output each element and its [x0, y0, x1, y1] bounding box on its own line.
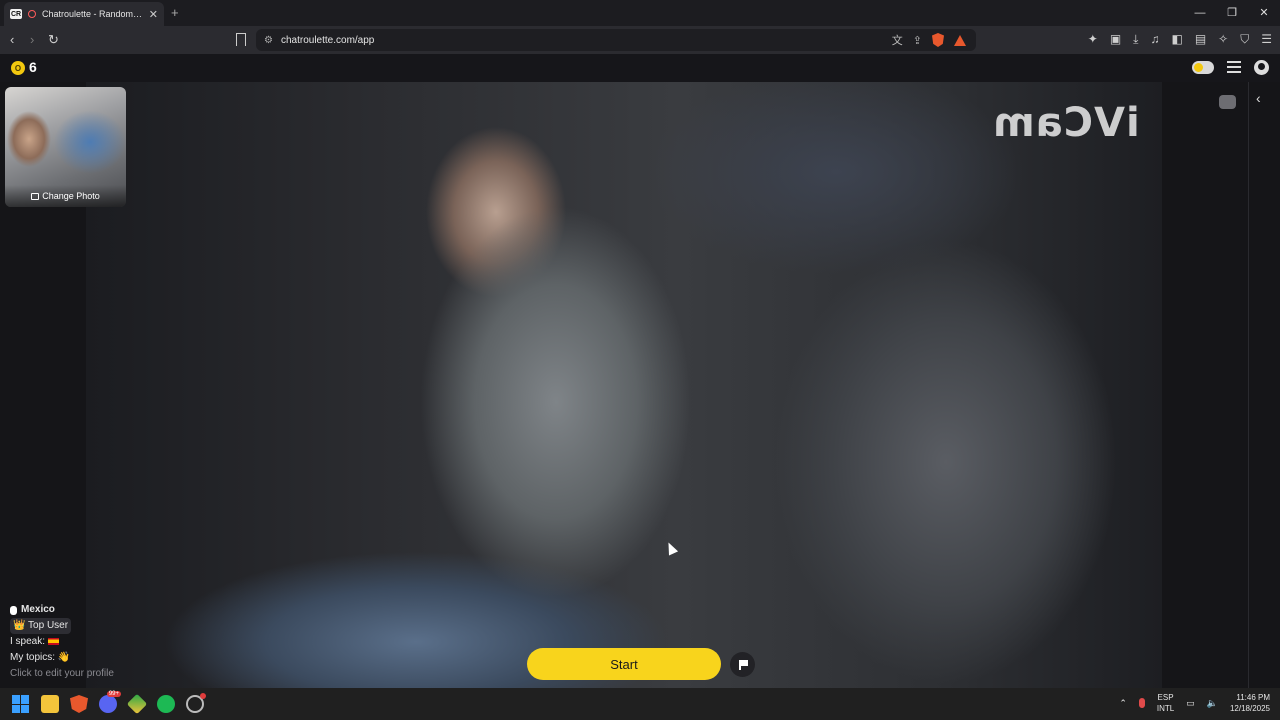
- lang-code: ESP: [1157, 693, 1174, 702]
- clock[interactable]: 11:46 PM 12/18/2025: [1230, 692, 1270, 714]
- country-row: Mexico: [10, 602, 114, 618]
- extensions-icon[interactable]: ✦: [1088, 32, 1098, 47]
- recording-dot-icon: [200, 693, 206, 699]
- camera-icon: [31, 192, 40, 200]
- obs-icon[interactable]: [186, 693, 206, 713]
- browser-toolbar-icons: ✦ ▣ ⤓ ♫ ◧ ▤ ✧ ⛉ ☰: [1088, 32, 1272, 47]
- site-header: [0, 54, 1280, 82]
- vpn-icon[interactable]: ⛉: [1240, 32, 1249, 47]
- clock-date: 12/18/2025: [1229, 704, 1270, 713]
- discord-badge: 99+: [106, 691, 121, 697]
- menu-icon[interactable]: ☰: [1261, 32, 1272, 47]
- leo-ai-icon[interactable]: ✧: [1218, 32, 1228, 47]
- chat-panel: [1162, 82, 1280, 688]
- recording-indicator-icon: [28, 10, 36, 18]
- screenshot-icon[interactable]: ▣: [1110, 32, 1121, 47]
- switch-camera-icon[interactable]: [1219, 95, 1236, 109]
- chevron-left-icon[interactable]: ‹: [1256, 90, 1261, 106]
- report-button[interactable]: [730, 652, 755, 677]
- close-window-button[interactable]: ✕: [1248, 0, 1280, 26]
- start-button[interactable]: Start: [527, 648, 721, 680]
- wallet-icon[interactable]: ▤: [1195, 32, 1206, 47]
- translate-icon[interactable]: 文: [892, 32, 903, 48]
- topics-label: My topics:: [10, 652, 56, 663]
- panel-divider: [1248, 82, 1249, 688]
- spotify-icon[interactable]: [157, 695, 175, 713]
- theme-toggle[interactable]: [1192, 61, 1214, 74]
- keyboard-layout: INTL: [1156, 704, 1175, 713]
- video-watermark: iVCam: [992, 100, 1140, 146]
- change-photo-button[interactable]: Change Photo: [5, 185, 126, 207]
- download-icon[interactable]: ⤓: [1133, 32, 1138, 47]
- country-name: Mexico: [21, 604, 55, 615]
- change-photo-label: Change Photo: [42, 191, 100, 201]
- url-field[interactable]: ⚙ chatroulette.com/app 文 ⇪: [256, 29, 976, 51]
- wave-emoji: 👋: [57, 652, 71, 663]
- site-settings-icon[interactable]: ⚙: [264, 35, 273, 46]
- volume-icon[interactable]: 🔈: [1207, 698, 1218, 709]
- site-favicon-icon: CR: [10, 9, 22, 19]
- browser-tab-bar: CR Chatroulette - Random video chat ✕ + …: [0, 0, 1280, 26]
- brave-rewards-icon[interactable]: [954, 34, 966, 46]
- filters-icon[interactable]: [1227, 61, 1241, 73]
- brave-shields-icon[interactable]: [932, 33, 944, 47]
- game-app-icon[interactable]: [126, 693, 148, 715]
- minimize-button[interactable]: —: [1184, 0, 1216, 26]
- windows-start-icon[interactable]: [12, 695, 30, 713]
- address-toolbar: ‹ › ↻ ⚙ chatroulette.com/app 文 ⇪ ✦ ▣ ⤓ ♫…: [0, 26, 1280, 54]
- taskbar-apps: 99+: [12, 691, 206, 715]
- browser-tab[interactable]: CR Chatroulette - Random video chat ✕: [4, 2, 164, 26]
- edit-profile-link[interactable]: Click to edit your profile: [10, 666, 114, 682]
- coin-count[interactable]: 6: [29, 59, 37, 75]
- bookmark-icon[interactable]: [236, 33, 246, 46]
- partner-info[interactable]: Mexico 👑 Top User I speak: My topics: 👋 …: [10, 602, 114, 682]
- reload-icon[interactable]: ↻: [48, 32, 59, 48]
- share-icon[interactable]: ⇪: [913, 34, 922, 47]
- clock-time: 11:46 PM: [1236, 693, 1270, 702]
- window-controls: — ❐ ✕: [1184, 0, 1280, 26]
- tray-overflow-icon[interactable]: ⌃: [1119, 698, 1127, 709]
- languages-row: I speak:: [10, 634, 114, 650]
- tab-title: Chatroulette - Random video chat: [42, 9, 143, 19]
- location-icon: [10, 605, 17, 615]
- profile-icon[interactable]: [1254, 60, 1269, 75]
- forward-icon[interactable]: ›: [30, 32, 34, 47]
- partner-video: iVCam: [86, 82, 1162, 688]
- sidebar-icon[interactable]: ◧: [1171, 32, 1182, 47]
- tab-close-icon[interactable]: ✕: [149, 8, 158, 21]
- system-tray: ⌃ ESP INTL ▭ 🔈 11:46 PM 12/18/2025: [1119, 692, 1270, 714]
- file-explorer-icon[interactable]: [41, 695, 59, 713]
- flag-icon: [738, 659, 748, 670]
- url-text: chatroulette.com/app: [280, 34, 375, 46]
- discord-icon[interactable]: 99+: [99, 691, 121, 713]
- self-camera-preview[interactable]: Change Photo: [5, 87, 126, 207]
- spain-flag-icon: [47, 637, 59, 645]
- restore-button[interactable]: ❐: [1216, 0, 1248, 26]
- media-icon[interactable]: ♫: [1150, 32, 1159, 47]
- back-icon[interactable]: ‹: [10, 32, 14, 47]
- coin-icon: O: [11, 61, 25, 75]
- network-icon[interactable]: ▭: [1186, 698, 1195, 709]
- speak-label: I speak:: [10, 636, 46, 647]
- top-user-badge: 👑 Top User: [10, 618, 72, 634]
- language-indicator[interactable]: ESP INTL: [1157, 692, 1174, 714]
- microphone-icon[interactable]: [1138, 698, 1145, 708]
- brave-browser-icon[interactable]: [70, 695, 88, 713]
- topics-row: My topics: 👋: [10, 650, 114, 666]
- new-tab-button[interactable]: +: [171, 5, 179, 20]
- taskbar: 99+ ⌃ ESP INTL ▭ 🔈 11:46 PM 12/18/2025: [0, 688, 1280, 720]
